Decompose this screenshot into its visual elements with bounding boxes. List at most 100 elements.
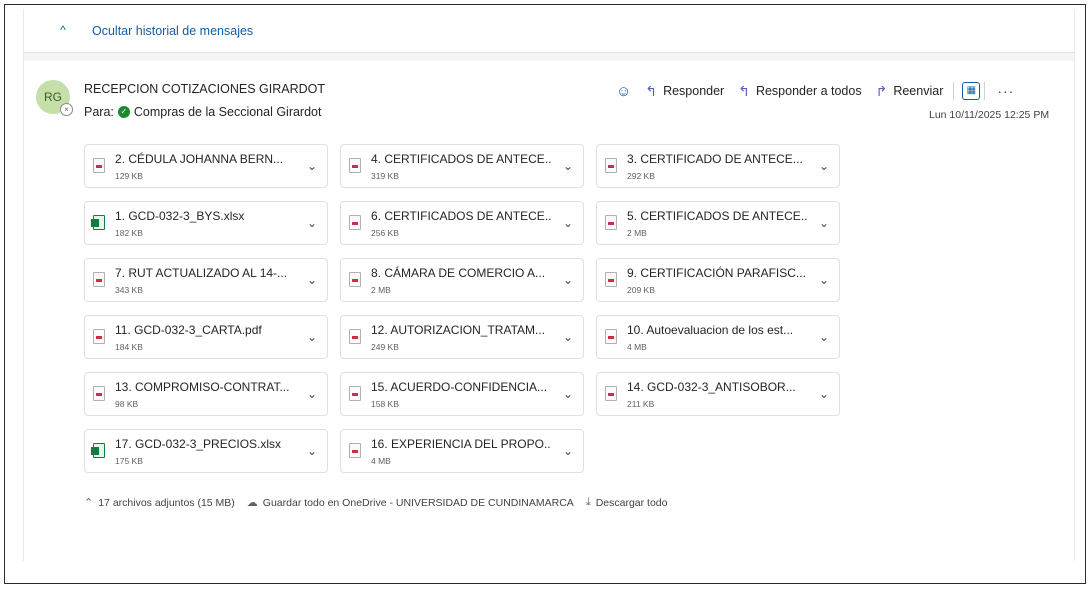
pdf-file-icon bbox=[349, 386, 361, 401]
attachment-item[interactable]: 13. COMPROMISO-CONTRAT... 98 KB ⌄ bbox=[84, 372, 328, 416]
reply-button[interactable]: ↰ Responder bbox=[645, 84, 724, 98]
attachment-size: 184 KB bbox=[115, 342, 143, 352]
reply-all-label: Responder a todos bbox=[755, 84, 862, 98]
reply-label: Responder bbox=[663, 84, 725, 98]
reply-all-button[interactable]: ↰ Responder a todos bbox=[738, 84, 861, 98]
forward-button[interactable]: ↱ Reenviar bbox=[876, 84, 944, 98]
attachment-item[interactable]: 9. CERTIFICACIÓN PARAFISC... 209 KB ⌄ bbox=[596, 258, 840, 302]
download-all-button[interactable]: ⤓ Descargar todo bbox=[586, 496, 668, 509]
forward-icon: ↱ bbox=[875, 83, 888, 99]
cloud-icon: ☁ bbox=[246, 497, 258, 509]
attachment-size: 319 KB bbox=[371, 171, 399, 181]
attachment-name: 13. COMPROMISO-CONTRAT... bbox=[115, 380, 290, 394]
apps-grid-icon[interactable]: ▦ bbox=[962, 82, 981, 100]
attachment-name: 12. AUTORIZACION_TRATAM... bbox=[371, 323, 546, 337]
chevron-down-icon[interactable]: ⌄ bbox=[307, 387, 317, 401]
divider bbox=[24, 53, 1074, 61]
chevron-down-icon[interactable]: ⌄ bbox=[307, 159, 317, 173]
chevron-down-icon[interactable]: ⌄ bbox=[563, 387, 573, 401]
divider bbox=[984, 82, 986, 100]
attachment-size: 175 KB bbox=[115, 456, 143, 466]
attachment-name: 7. RUT ACTUALIZADO AL 14-... bbox=[115, 266, 288, 280]
chevron-down-icon[interactable]: ⌄ bbox=[307, 444, 317, 458]
attachment-item[interactable]: 3. CERTIFICADO DE ANTECE... 292 KB ⌄ bbox=[596, 144, 840, 188]
attachment-item[interactable]: 1. GCD-032-3_BYS.xlsx 182 KB ⌄ bbox=[84, 201, 328, 245]
attachment-item[interactable]: 11. GCD-032-3_CARTA.pdf 184 KB ⌄ bbox=[84, 315, 328, 359]
reading-pane: ^ Ocultar historial de mensajes RG × REC… bbox=[23, 9, 1075, 561]
attachment-name: 8. CÁMARA DE COMERCIO A... bbox=[371, 266, 546, 280]
attachment-footer: ⌃ 17 archivos adjuntos (15 MB) ☁ Guardar… bbox=[84, 496, 679, 509]
divider bbox=[953, 82, 955, 100]
chevron-down-icon[interactable]: ⌄ bbox=[563, 216, 573, 230]
chevron-down-icon[interactable]: ⌄ bbox=[307, 273, 317, 287]
attachment-size: 211 KB bbox=[627, 399, 655, 409]
attachment-item[interactable]: 6. CERTIFICADOS DE ANTECE... 256 KB ⌄ bbox=[340, 201, 584, 245]
message-date: Lun 10/11/2025 12:25 PM bbox=[929, 109, 1050, 121]
attachment-name: 4. CERTIFICADOS DE ANTECE... bbox=[371, 152, 551, 166]
attachment-size: 249 KB bbox=[371, 342, 399, 352]
attachment-size: 2 MB bbox=[371, 285, 391, 295]
attachment-name: 6. CERTIFICADOS DE ANTECE... bbox=[371, 209, 551, 223]
attachment-name: 11. GCD-032-3_CARTA.pdf bbox=[115, 323, 262, 337]
reply-all-icon: ↰ bbox=[738, 83, 750, 99]
presence-offline-icon: × bbox=[60, 103, 73, 116]
collapse-attachments-button[interactable]: ⌃ 17 archivos adjuntos (15 MB) bbox=[84, 496, 235, 510]
recipient-line: Para: ✓ Compras de la Seccional Girardot bbox=[84, 105, 321, 119]
hide-history-link[interactable]: Ocultar historial de mensajes bbox=[92, 23, 253, 39]
attachment-name: 1. GCD-032-3_BYS.xlsx bbox=[115, 209, 245, 223]
attachment-name: 16. EXPERIENCIA DEL PROPO... bbox=[371, 437, 551, 451]
chevron-up-icon[interactable]: ^ bbox=[56, 23, 70, 37]
attachment-item[interactable]: 12. AUTORIZACION_TRATAM... 249 KB ⌄ bbox=[340, 315, 584, 359]
pdf-file-icon bbox=[93, 158, 105, 173]
save-onedrive-label: Guardar todo en OneDrive - UNIVERSIDAD D… bbox=[262, 496, 574, 509]
pdf-file-icon bbox=[93, 386, 105, 401]
attachment-item[interactable]: 16. EXPERIENCIA DEL PROPO... 4 MB ⌄ bbox=[340, 429, 584, 473]
attachment-item[interactable]: 8. CÁMARA DE COMERCIO A... 2 MB ⌄ bbox=[340, 258, 584, 302]
chevron-down-icon[interactable]: ⌄ bbox=[307, 330, 317, 344]
pdf-file-icon bbox=[93, 272, 105, 287]
more-icon[interactable]: ··· bbox=[997, 83, 1014, 99]
attachment-item[interactable]: 2. CÉDULA JOHANNA BERN... 129 KB ⌄ bbox=[84, 144, 328, 188]
to-label: Para: bbox=[84, 105, 114, 119]
attachment-size: 4 MB bbox=[627, 342, 647, 352]
forward-label: Reenviar bbox=[893, 84, 944, 98]
recipient-name[interactable]: Compras de la Seccional Girardot bbox=[134, 105, 322, 119]
pdf-file-icon bbox=[93, 329, 105, 344]
attachment-size: 4 MB bbox=[371, 456, 391, 466]
attachment-name: 17. GCD-032-3_PRECIOS.xlsx bbox=[115, 437, 282, 451]
excel-file-icon bbox=[91, 215, 105, 230]
attachment-size: 256 KB bbox=[371, 228, 399, 238]
attachment-item[interactable]: 17. GCD-032-3_PRECIOS.xlsx 175 KB ⌄ bbox=[84, 429, 328, 473]
attachment-item[interactable]: 7. RUT ACTUALIZADO AL 14-... 343 KB ⌄ bbox=[84, 258, 328, 302]
chevron-down-icon[interactable]: ⌄ bbox=[819, 387, 829, 401]
window-frame: ^ Ocultar historial de mensajes RG × REC… bbox=[4, 4, 1086, 584]
chevron-down-icon[interactable]: ⌄ bbox=[563, 330, 573, 344]
chevron-down-icon[interactable]: ⌄ bbox=[819, 216, 829, 230]
attachment-size: 2 MB bbox=[627, 228, 647, 238]
attachment-name: 10. Autoevaluacion de los est... bbox=[627, 323, 794, 337]
attachment-item[interactable]: 4. CERTIFICADOS DE ANTECE... 319 KB ⌄ bbox=[340, 144, 584, 188]
chevron-down-icon[interactable]: ⌄ bbox=[819, 159, 829, 173]
chevron-down-icon[interactable]: ⌄ bbox=[307, 216, 317, 230]
attachment-item[interactable]: 5. CERTIFICADOS DE ANTECE... 2 MB ⌄ bbox=[596, 201, 840, 245]
excel-file-icon bbox=[91, 443, 105, 458]
attachment-item[interactable]: 14. GCD-032-3_ANTISOBOR... 211 KB ⌄ bbox=[596, 372, 840, 416]
pdf-file-icon bbox=[605, 329, 617, 344]
attachment-name: 15. ACUERDO-CONFIDENCIA... bbox=[371, 380, 548, 394]
chevron-down-icon[interactable]: ⌄ bbox=[563, 444, 573, 458]
attachment-item[interactable]: 10. Autoevaluacion de los est... 4 MB ⌄ bbox=[596, 315, 840, 359]
pdf-file-icon bbox=[349, 443, 361, 458]
history-bar[interactable]: ^ Ocultar historial de mensajes bbox=[24, 9, 1074, 53]
smiley-icon[interactable]: ☺ bbox=[616, 83, 631, 100]
chevron-down-icon[interactable]: ⌄ bbox=[819, 273, 829, 287]
sender-name[interactable]: RECEPCION COTIZACIONES GIRARDOT bbox=[84, 82, 325, 96]
attachment-size: 129 KB bbox=[115, 171, 143, 181]
chevron-down-icon[interactable]: ⌄ bbox=[563, 159, 573, 173]
chevron-down-icon[interactable]: ⌄ bbox=[563, 273, 573, 287]
attachment-item[interactable]: 15. ACUERDO-CONFIDENCIA... 158 KB ⌄ bbox=[340, 372, 584, 416]
pdf-file-icon bbox=[349, 215, 361, 230]
pdf-file-icon bbox=[349, 158, 361, 173]
chevron-down-icon[interactable]: ⌄ bbox=[819, 330, 829, 344]
save-to-onedrive-button[interactable]: ☁ Guardar todo en OneDrive - UNIVERSIDAD… bbox=[246, 496, 574, 510]
attachment-name: 3. CERTIFICADO DE ANTECE... bbox=[627, 152, 803, 166]
